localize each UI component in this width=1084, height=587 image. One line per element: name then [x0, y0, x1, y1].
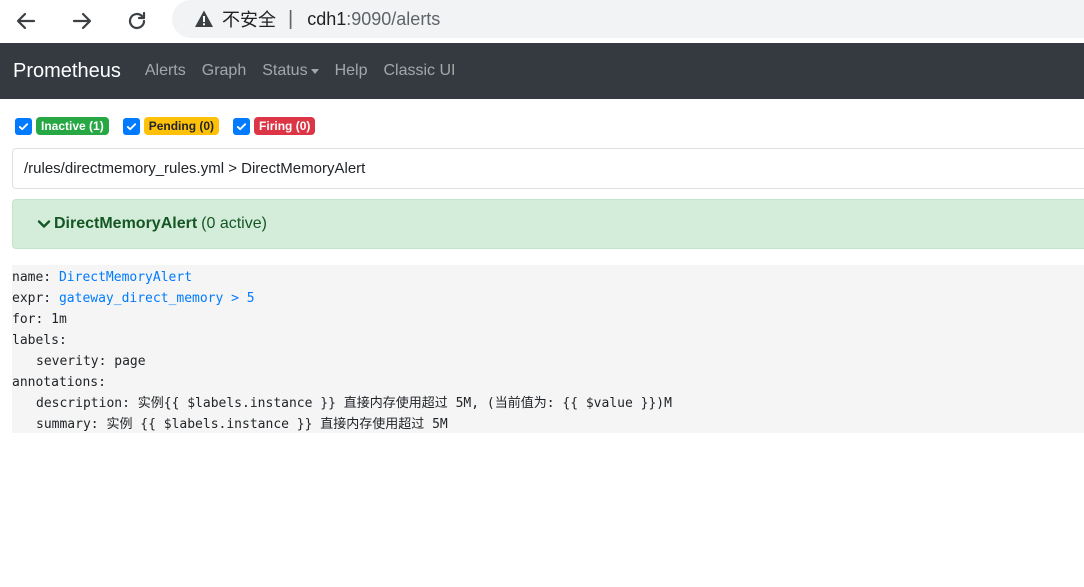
firing-badge: Firing (0) — [254, 117, 316, 135]
inactive-badge: Inactive (1) — [36, 117, 109, 135]
nav-dropdown-status[interactable]: Status — [262, 62, 319, 80]
url-path: :9090/alerts — [346, 8, 441, 29]
rule-expr-line: expr: gateway_direct_memory > 5 — [12, 288, 1084, 309]
rule-labels-key: labels: — [12, 333, 67, 348]
warning-triangle-icon — [194, 9, 214, 29]
rule-group-header: /rules/directmemory_rules.yml > DirectMe… — [12, 148, 1084, 189]
browser-toolbar: 不安全 | cdh1:9090/alerts — [0, 0, 1084, 43]
rule-name-link[interactable]: DirectMemoryAlert — [59, 270, 192, 285]
nav-link-graph[interactable]: Graph — [202, 62, 246, 80]
check-icon — [126, 122, 136, 130]
rule-name-line: name: DirectMemoryAlert — [12, 267, 1084, 288]
pending-badge: Pending (0) — [143, 117, 220, 135]
nav-link-classic-ui[interactable]: Classic UI — [383, 62, 455, 80]
arrow-right-icon — [72, 12, 92, 30]
alert-name: DirectMemoryAlert — [54, 215, 198, 232]
rule-expr-link[interactable]: gateway_direct_memory > 5 — [59, 291, 255, 306]
rule-name-key: name: — [12, 270, 59, 285]
firing-checkbox[interactable] — [233, 117, 251, 135]
forward-button[interactable] — [67, 6, 97, 36]
rule-for-line: for: 1m — [12, 312, 67, 327]
caret-down-icon — [310, 69, 319, 74]
back-button[interactable] — [11, 6, 41, 36]
url-host: cdh1 — [307, 8, 347, 29]
filter-firing[interactable]: Firing (0) — [233, 117, 316, 135]
rule-definition: name: DirectMemoryAlert expr: gateway_di… — [12, 265, 1084, 433]
check-icon — [18, 122, 29, 130]
nav-link-status-label: Status — [262, 62, 308, 79]
alert-rule-toggle[interactable]: DirectMemoryAlert (0 active) — [12, 199, 1084, 249]
rule-expr-key: expr: — [12, 291, 59, 306]
security-label[interactable]: 不安全 — [222, 6, 276, 32]
brand-link[interactable]: Prometheus — [13, 60, 121, 83]
chevron-down-icon — [37, 217, 51, 231]
inactive-checkbox[interactable] — [15, 117, 32, 135]
check-icon — [236, 122, 247, 130]
nav-link-alerts[interactable]: Alerts — [145, 62, 186, 80]
active-count: (0 active) — [201, 215, 267, 232]
reload-icon — [128, 11, 146, 30]
arrow-left-icon — [16, 12, 36, 30]
rule-description-line: description: 实例{{ $labels.instance }} 直接… — [36, 396, 672, 411]
top-navbar: Prometheus Alerts Graph Status Help Clas… — [0, 43, 1084, 99]
pending-checkbox[interactable] — [122, 117, 140, 135]
rule-annotations-key: annotations: — [12, 375, 106, 390]
nav-link-help[interactable]: Help — [335, 62, 368, 80]
filter-inactive[interactable]: Inactive (1) — [15, 117, 109, 135]
state-filters: Inactive (1) Pending (0) Firing (0) — [15, 117, 329, 135]
rule-summary-line: summary: 实例 {{ $labels.instance }} 直接内存使… — [36, 417, 448, 432]
reload-button[interactable] — [122, 6, 152, 36]
address-separator: | — [288, 7, 294, 30]
address-bar[interactable]: 不安全 | cdh1:9090/alerts — [172, 0, 1084, 38]
filter-pending[interactable]: Pending (0) — [122, 117, 220, 135]
rule-severity-line: severity: page — [36, 354, 146, 369]
